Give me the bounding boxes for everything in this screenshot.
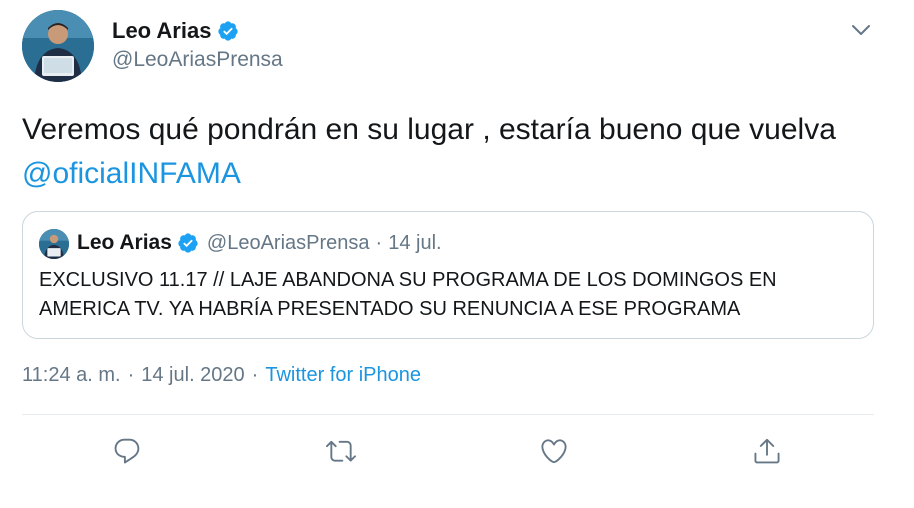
mention-link[interactable]: @oficialINFAMA [22,157,241,190]
chevron-down-icon[interactable] [849,18,873,42]
author-display-name[interactable]: Leo Arias [112,18,211,44]
quoted-handle: @LeoAriasPrensa [206,231,370,254]
author-avatar[interactable] [22,10,94,82]
quoted-tweet[interactable]: Leo Arias @LeoAriasPrensa · 14 jul. EXCL… [22,211,874,339]
share-icon [754,438,780,464]
meta-separator: · [127,364,135,386]
tweet-text: Veremos qué pondrán en su lugar , estarí… [22,108,882,196]
reply-button[interactable] [110,434,144,468]
verified-badge-icon [217,20,239,42]
tweet-source-link[interactable]: Twitter for iPhone [265,364,421,387]
tweet-body: Veremos qué pondrán en su lugar , estarí… [22,113,836,146]
tweet: Leo Arias @LeoAriasPrensa Veremos qué po… [0,0,914,508]
quoted-separator: · [375,231,383,254]
retweet-button[interactable] [324,434,358,468]
tweet-time[interactable]: 11:24 a. m. [22,364,121,387]
quoted-avatar-image [39,229,69,259]
tweet-date[interactable]: 14 jul. 2020 [141,364,244,387]
meta-separator: · [251,364,259,386]
avatar-image [22,10,94,82]
quoted-date: 14 jul. [388,231,442,254]
reply-icon [114,438,140,464]
quoted-tweet-header: Leo Arias @LeoAriasPrensa · 14 jul. [77,231,442,255]
author-name-row[interactable]: Leo Arias [112,18,239,44]
retweet-icon [326,440,356,462]
like-button[interactable] [537,434,571,468]
quoted-display-name: Leo Arias [77,231,172,254]
divider [22,414,874,415]
quoted-author-avatar [39,229,69,259]
tweet-meta: 11:24 a. m. · 14 jul. 2020 · Twitter for… [22,364,421,387]
author-handle[interactable]: @LeoAriasPrensa [112,48,283,72]
share-button[interactable] [750,434,784,468]
quoted-tweet-text: EXCLUSIVO 11.17 // LAJE ABANDONA SU PROG… [39,269,777,320]
verified-badge-icon [177,232,199,254]
heart-icon [541,439,567,464]
